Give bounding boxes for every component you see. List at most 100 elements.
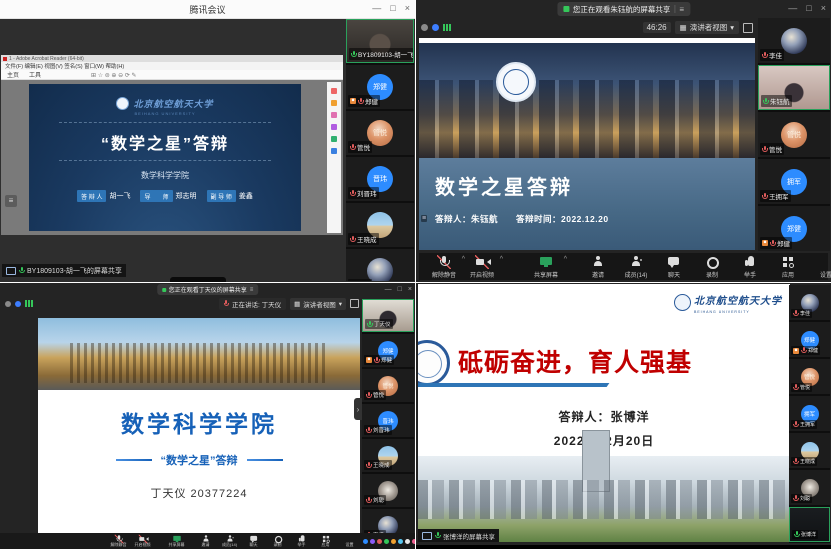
toolbar-button[interactable]: 聊天 ^	[659, 255, 689, 279]
mic-status-icon	[350, 236, 355, 243]
mic-status-icon	[366, 392, 371, 399]
minimize-icon[interactable]: —	[372, 3, 381, 13]
view-mode-dropdown[interactable]: ▦ 演讲者视图 ▾	[675, 21, 739, 34]
window-titlebar[interactable]: 腾讯会议	[0, 0, 415, 19]
toolbar-button[interactable]: 成员(14) ^	[621, 255, 651, 279]
caret-up-icon[interactable]: ^	[462, 256, 465, 263]
meeting-info-icon[interactable]	[432, 24, 439, 31]
participant-tile[interactable]: 刘聪	[362, 474, 414, 507]
toolbar-button[interactable]: 共享屏幕 ^	[166, 535, 187, 548]
share-control-pill[interactable]	[170, 277, 226, 282]
participant-name: 管悦	[373, 391, 384, 399]
toolbar-button[interactable]: 应用 ^	[773, 255, 803, 279]
meeting-window-top-left: 腾讯会议 — □ × 1 - Adobe Acrobat Reader (64-…	[0, 0, 415, 282]
shield-icon[interactable]	[5, 301, 11, 307]
tool-icon[interactable]	[331, 136, 337, 142]
toolbar-button[interactable]: 解除静音 ^	[108, 535, 129, 548]
toolbar-button[interactable]: 举手 ^	[291, 535, 312, 548]
avatar-initials: 管悦	[804, 373, 815, 381]
participant-tile[interactable]: 管悦 管悦	[346, 111, 414, 155]
university-name-en: BEIHANG UNIVERSITY	[29, 111, 301, 116]
toolbar-button[interactable]: 聊天 ^	[243, 535, 264, 548]
university-name: 北京航空航天大学	[694, 296, 782, 307]
minimize-icon[interactable]: —	[385, 286, 392, 293]
minimize-icon[interactable]: —	[788, 3, 797, 13]
active-speaker-text: 正在讲话: 丁天仪	[232, 299, 281, 309]
view-mode-dropdown[interactable]: ▦ 演讲者视图 ▾	[290, 298, 346, 310]
participant-panel-collapse-handle[interactable]: ›	[354, 398, 362, 420]
toolbar-button[interactable]: 邀请 ^	[583, 255, 613, 279]
tab-tools[interactable]: 工具	[29, 70, 41, 79]
participant-tile[interactable]: 丁天仪	[362, 299, 414, 332]
participant-tile[interactable]: 李佳	[346, 249, 414, 281]
participant-tile[interactable]: 李佳	[789, 285, 830, 320]
tab-home[interactable]: 主页	[7, 70, 19, 79]
fullscreen-icon[interactable]	[743, 23, 753, 33]
toolbar-button[interactable]: 开启视频 ^	[132, 535, 153, 548]
system-tray-icons[interactable]	[363, 539, 415, 544]
participant-tile[interactable]: 张博洋	[789, 507, 830, 542]
sidebar-toggle-icon[interactable]: ≡	[5, 195, 17, 207]
toolbar-button[interactable]: 录制 ^	[697, 255, 727, 279]
participant-list: BY1809103-胡一飞 郑健 郑健 管悦 管悦 晋玮	[346, 19, 414, 281]
participant-tile[interactable]: 郑健 郑健	[758, 206, 830, 251]
tool-icon[interactable]	[331, 148, 337, 154]
banner-menu-icon[interactable]: ≡	[679, 5, 684, 14]
shield-icon[interactable]	[421, 24, 428, 31]
acrobat-menu-items[interactable]: 文件(F) 编辑(E) 视图(V) 签名(S) 窗口(W) 帮助(H)	[5, 62, 124, 70]
toolbar-button[interactable]: 设置 ^	[339, 535, 360, 548]
mic-status-icon	[366, 427, 371, 434]
participant-name: 郑健	[777, 238, 790, 248]
participant-tile[interactable]: 李佳	[362, 509, 414, 533]
acrobat-tools-panel[interactable]	[327, 82, 341, 233]
close-icon[interactable]: ×	[405, 3, 410, 13]
sharing-active-icon	[563, 6, 569, 12]
tool-icon[interactable]	[331, 124, 337, 130]
participant-tile[interactable]: 王晓成	[346, 203, 414, 247]
toolbar-button[interactable]: 设置 ^	[811, 255, 831, 279]
toolbar-button[interactable]: 邀请 ^	[195, 535, 216, 548]
participant-tile[interactable]: 管悦 管悦	[758, 112, 830, 157]
participant-tile[interactable]: 管悦 管悦	[362, 369, 414, 402]
participant-tile[interactable]: 李佳	[758, 18, 830, 63]
participant-tile[interactable]: 王晓成	[362, 439, 414, 472]
participant-tile[interactable]: 朱钰航	[758, 65, 830, 110]
toolbar-button[interactable]: 开启视频 ^	[467, 255, 497, 279]
tool-icon[interactable]	[331, 112, 337, 118]
acrobat-menubar[interactable]: 文件(F) 编辑(E) 视图(V) 签名(S) 窗口(W) 帮助(H)	[1, 62, 343, 70]
screen-share-icon	[422, 532, 432, 540]
participant-tile[interactable]: 拥军 王拥军	[758, 159, 830, 204]
meeting-info-icon[interactable]	[15, 301, 21, 307]
maximize-icon[interactable]: □	[806, 3, 811, 13]
tool-icon[interactable]	[331, 100, 337, 106]
close-icon[interactable]: ×	[821, 3, 826, 13]
caret-up-icon[interactable]: ^	[564, 256, 567, 263]
participant-tile[interactable]: 晋玮 刘晋玮	[346, 157, 414, 201]
participant-tile[interactable]: 拥军 王拥军	[789, 396, 830, 431]
toolbar-button[interactable]: 成员(14) ^	[219, 535, 240, 548]
toolbar-button[interactable]: 共享屏幕 ^	[531, 255, 561, 279]
toolbar-button[interactable]: 录制 ^	[267, 535, 288, 548]
maximize-icon[interactable]: □	[398, 286, 402, 293]
participant-tile[interactable]: 王晓成	[789, 433, 830, 468]
banner-menu-icon[interactable]: ≡	[250, 287, 254, 293]
participant-name: 王拥军	[769, 191, 789, 201]
tool-icon[interactable]	[331, 88, 337, 94]
toolbar-button[interactable]: 举手 ^	[735, 255, 765, 279]
maximize-icon[interactable]: □	[390, 3, 395, 13]
participant-tile[interactable]: 郑健 郑健	[362, 334, 414, 367]
participant-tile[interactable]: 晋玮 刘晋玮	[362, 404, 414, 437]
participant-tile[interactable]: 郑健 郑健	[789, 322, 830, 357]
participant-tile[interactable]: 郑健 郑健	[346, 65, 414, 109]
participant-tile[interactable]: 刘聪	[789, 470, 830, 505]
participant-name: 李佳	[800, 310, 810, 317]
meeting-statusbar: 正在讲话: 丁天仪 ▦ 演讲者视图 ▾	[5, 297, 359, 310]
close-icon[interactable]: ×	[408, 286, 412, 293]
host-badge	[350, 98, 356, 104]
participant-tile[interactable]: 管悦 管悦	[789, 359, 830, 394]
toolbar-button[interactable]: 应用 ^	[315, 535, 336, 548]
caret-up-icon[interactable]: ^	[500, 256, 503, 263]
fullscreen-icon[interactable]	[350, 299, 359, 308]
toolbar-button[interactable]: 解除静音 ^	[429, 255, 459, 279]
participant-tile[interactable]: BY1809103-胡一飞	[346, 19, 414, 63]
